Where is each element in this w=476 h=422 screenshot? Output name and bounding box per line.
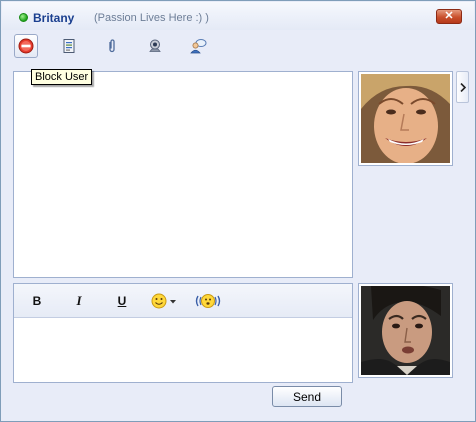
underline-button[interactable]: U — [111, 290, 133, 312]
smiley-icon — [151, 293, 176, 309]
block-icon — [18, 38, 34, 54]
contact-info-button[interactable] — [57, 34, 81, 58]
block-user-button[interactable] — [14, 34, 38, 58]
online-status-icon — [19, 13, 28, 22]
webcam-icon — [149, 39, 161, 52]
emoticon-button[interactable] — [149, 290, 181, 312]
send-button[interactable]: Send — [272, 386, 342, 407]
contact-options-button[interactable] — [186, 34, 210, 58]
formatting-toolbar: B I U — [14, 284, 352, 318]
close-button[interactable]: ✕ — [436, 9, 462, 24]
self-avatar-photo — [361, 286, 450, 375]
compose-panel: B I U — [13, 283, 353, 383]
contact-avatar — [358, 71, 453, 166]
message-input[interactable] — [14, 319, 352, 382]
block-user-tooltip: Block User — [31, 69, 93, 85]
status-message: (Passion Lives Here :) ) — [94, 12, 209, 24]
contact-card-icon — [63, 39, 75, 53]
chat-window: Britany (Passion Lives Here :) ) ✕ Block… — [0, 0, 476, 422]
webcam-button[interactable] — [143, 34, 167, 58]
expand-panel-button[interactable] — [456, 71, 469, 103]
self-avatar — [358, 283, 453, 378]
bold-button[interactable]: B — [26, 290, 48, 312]
send-file-button[interactable] — [100, 34, 124, 58]
italic-button[interactable]: I — [68, 290, 90, 312]
chevron-right-icon — [459, 82, 466, 92]
title-bar: Britany (Passion Lives Here :) ) ✕ — [2, 2, 474, 30]
conversation-history[interactable] — [13, 71, 353, 278]
paperclip-icon — [109, 39, 115, 53]
nudge-icon — [195, 294, 221, 308]
toolbar — [2, 30, 474, 62]
nudge-button[interactable] — [194, 290, 222, 312]
contact-avatar-photo — [361, 74, 450, 163]
contact-name: Britany — [33, 11, 75, 25]
person-bubble-icon — [190, 39, 207, 54]
